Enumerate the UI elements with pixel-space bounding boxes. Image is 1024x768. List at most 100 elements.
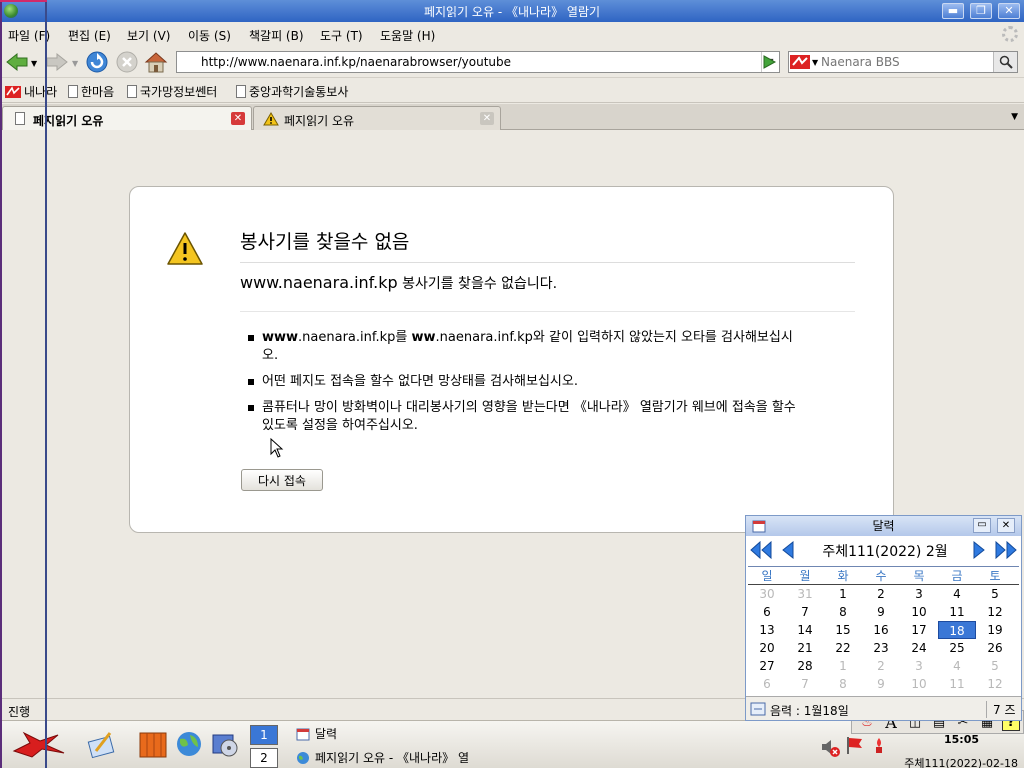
tab-close-icon[interactable]: ✕: [480, 112, 494, 125]
calendar-day[interactable]: 21: [786, 639, 824, 657]
calendar-day[interactable]: 3: [900, 657, 938, 675]
calendar-close-icon[interactable]: ✕: [997, 518, 1015, 533]
lunar-calendar-icon[interactable]: [750, 702, 766, 716]
next-year-icon[interactable]: [994, 540, 1018, 560]
task-calendar[interactable]: 달력: [296, 725, 337, 742]
tab-close-icon[interactable]: ✕: [231, 112, 245, 125]
calendar-day[interactable]: 20: [748, 639, 786, 657]
back-button[interactable]: [4, 50, 30, 74]
calendar-day[interactable]: 3: [900, 585, 938, 603]
menu-edit[interactable]: 편집 (E): [68, 27, 111, 44]
calendar-day[interactable]: 13: [748, 621, 786, 639]
calendar-day[interactable]: 2: [862, 657, 900, 675]
calendar-day[interactable]: 14: [786, 621, 824, 639]
calendar-day[interactable]: 2: [862, 585, 900, 603]
bookmark-national-network-center[interactable]: 국가망정보쎈터: [127, 83, 217, 100]
task-browser[interactable]: 페지읽기 오유 - 《내나라》 열: [296, 749, 469, 766]
menu-bookmarks[interactable]: 책갈피 (B): [249, 27, 304, 44]
calendar-day[interactable]: 31: [786, 585, 824, 603]
calendar-day[interactable]: 30: [748, 585, 786, 603]
calendar-day[interactable]: 27: [748, 657, 786, 675]
url-bar[interactable]: ▼: [176, 51, 780, 73]
forward-button[interactable]: [44, 50, 70, 74]
tab-list-dropdown-icon[interactable]: ▼: [1011, 112, 1018, 122]
prev-month-icon[interactable]: [781, 540, 795, 560]
menu-view[interactable]: 보기 (V): [127, 27, 170, 44]
menu-file[interactable]: 파일 (F): [8, 27, 50, 44]
workspace-2-button[interactable]: 2: [250, 748, 278, 768]
minimize-button[interactable]: ▬: [942, 3, 964, 19]
calendar-day[interactable]: 10: [900, 603, 938, 621]
calendar-day[interactable]: 4: [938, 585, 976, 603]
vertical-guide-line: [45, 0, 47, 768]
close-button[interactable]: ✕: [998, 3, 1020, 19]
search-input[interactable]: [821, 53, 991, 71]
media-player-icon[interactable]: [210, 729, 240, 759]
calendar-day[interactable]: 28: [786, 657, 824, 675]
browser-globe-icon[interactable]: [174, 729, 204, 759]
tab-error-active[interactable]: 페지읽기 오유 ✕: [2, 106, 252, 130]
calendar-day[interactable]: 11: [938, 675, 976, 693]
calendar-day[interactable]: 9: [862, 603, 900, 621]
calendar-titlebar[interactable]: 달력 ▭ ✕: [746, 516, 1021, 536]
calendar-day[interactable]: 16: [862, 621, 900, 639]
retry-button[interactable]: 다시 접속: [241, 469, 323, 491]
home-button[interactable]: [143, 50, 169, 74]
calendar-minimize-icon[interactable]: ▭: [973, 518, 991, 533]
network-torch-icon[interactable]: [872, 737, 886, 755]
calendar-day[interactable]: 22: [824, 639, 862, 657]
search-bar[interactable]: ▼: [788, 51, 1018, 73]
calendar-day[interactable]: 8: [824, 603, 862, 621]
stop-button[interactable]: [114, 50, 140, 74]
next-month-icon[interactable]: [972, 540, 986, 560]
calendar-day[interactable]: 8: [824, 675, 862, 693]
go-button[interactable]: [758, 51, 780, 73]
weekday-label: 금: [951, 569, 963, 583]
bookmark-hanmaeum[interactable]: 한마음: [68, 83, 114, 100]
calendar-day[interactable]: 7: [786, 675, 824, 693]
calendar-day[interactable]: 12: [976, 675, 1014, 693]
reload-button[interactable]: [84, 50, 110, 74]
tab-error-inactive[interactable]: 페지읽기 오유 ✕: [253, 106, 501, 130]
calendar-day[interactable]: 1: [824, 657, 862, 675]
calendar-day[interactable]: 26: [976, 639, 1014, 657]
prev-year-icon[interactable]: [749, 540, 773, 560]
calendar-day[interactable]: 15: [824, 621, 862, 639]
calendar-day[interactable]: 17: [900, 621, 938, 639]
calendar-day-today[interactable]: 18: [938, 621, 976, 639]
start-menu-star-icon[interactable]: [10, 729, 68, 759]
back-history-dropdown-icon[interactable]: ▼: [31, 59, 37, 68]
text-editor-icon[interactable]: [86, 729, 116, 759]
calendar-day[interactable]: 5: [976, 657, 1014, 675]
flag-icon[interactable]: [845, 735, 865, 755]
calendar-day[interactable]: 6: [748, 603, 786, 621]
maximize-button[interactable]: ❐: [970, 3, 992, 19]
calendar-day[interactable]: 10: [900, 675, 938, 693]
calendar-day[interactable]: 12: [976, 603, 1014, 621]
calendar-icon: [752, 520, 766, 533]
calendar-day[interactable]: 7: [786, 603, 824, 621]
search-engine-selector[interactable]: ▼: [790, 53, 820, 71]
calendar-day[interactable]: 4: [938, 657, 976, 675]
bookmark-naenara[interactable]: 내나라: [5, 83, 57, 100]
calendar-day[interactable]: 6: [748, 675, 786, 693]
url-input[interactable]: [177, 52, 737, 72]
calendar-day[interactable]: 25: [938, 639, 976, 657]
window-titlebar[interactable]: 페지읽기 오유 - 《내나라》 열람기 ▬ ❐ ✕: [0, 0, 1024, 22]
calendar-day[interactable]: 23: [862, 639, 900, 657]
calendar-day[interactable]: 9: [862, 675, 900, 693]
menu-tools[interactable]: 도구 (T): [320, 27, 363, 44]
calendar-day[interactable]: 11: [938, 603, 976, 621]
calendar-day[interactable]: 19: [976, 621, 1014, 639]
menu-go[interactable]: 이동 (S): [188, 27, 231, 44]
calendar-day[interactable]: 1: [824, 585, 862, 603]
calendar-day[interactable]: 24: [900, 639, 938, 657]
menu-help[interactable]: 도움말 (H): [380, 27, 435, 44]
search-button[interactable]: [993, 52, 1017, 72]
bookmark-central-science-news[interactable]: 중앙과학기술통보사: [236, 83, 348, 100]
volume-muted-icon[interactable]: [820, 737, 840, 757]
file-manager-icon[interactable]: [138, 729, 168, 759]
workspace-1-button[interactable]: 1: [250, 725, 278, 745]
forward-history-dropdown-icon[interactable]: ▼: [72, 59, 78, 68]
calendar-day[interactable]: 5: [976, 585, 1014, 603]
